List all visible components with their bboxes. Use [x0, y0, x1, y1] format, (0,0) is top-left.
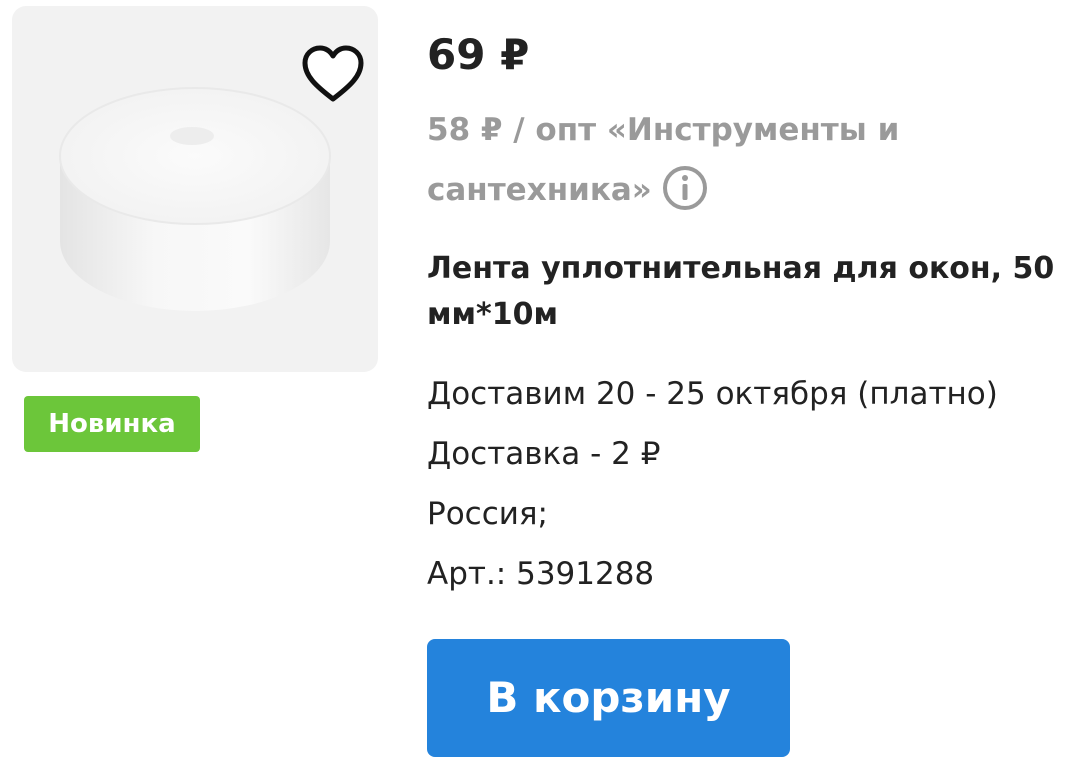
- wholesale-price: 58 ₽ / опт «Инструменты и сантехника»: [427, 100, 987, 220]
- product-card: Новинка 69 ₽ 58 ₽ / опт «Инструменты и с…: [0, 0, 1080, 757]
- delivery-dates: Доставим 20 - 25 октября (платно): [427, 376, 998, 412]
- info-icon[interactable]: [662, 165, 708, 211]
- product-image[interactable]: [12, 6, 378, 372]
- country: Россия;: [427, 496, 548, 532]
- price: 69 ₽: [427, 30, 530, 79]
- product-title[interactable]: Лента уплотнительная для окон, 50 мм*10м: [427, 246, 1057, 338]
- article-number: Арт.: 5391288: [427, 556, 655, 592]
- delivery-cost: Доставка - 2 ₽: [427, 436, 661, 472]
- add-to-cart-button[interactable]: В корзину: [427, 639, 790, 757]
- heart-icon[interactable]: [300, 44, 366, 106]
- new-badge: Новинка: [24, 396, 200, 452]
